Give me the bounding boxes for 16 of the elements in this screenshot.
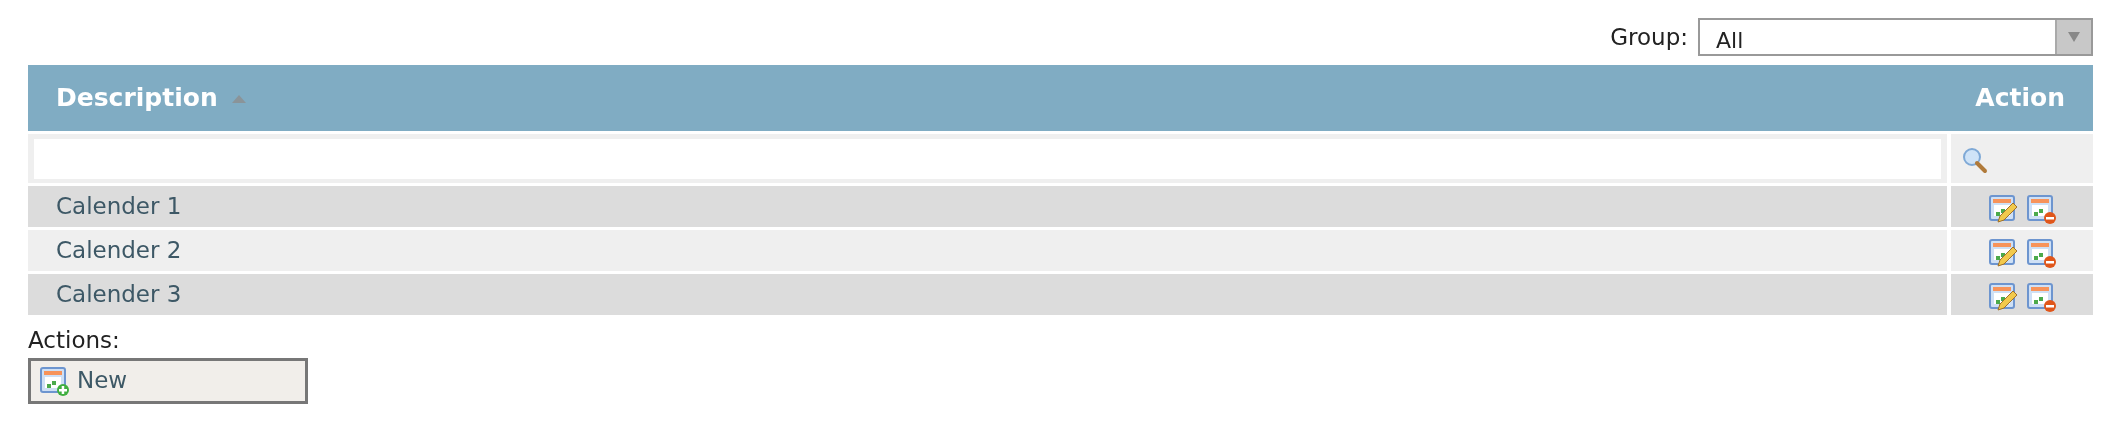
delete-calendar-icon[interactable] (2026, 281, 2057, 312)
caret-icon (2068, 32, 2080, 42)
add-calendar-icon (39, 365, 69, 396)
group-label: Group: (1610, 22, 1688, 52)
edit-calendar-icon[interactable] (1988, 237, 2019, 268)
table-cell: Calender 2 (56, 237, 182, 264)
edit-calendar-icon[interactable] (1988, 193, 2019, 224)
search-icon[interactable] (1961, 145, 1990, 174)
table-cell: Calender 1 (56, 193, 182, 220)
actions-label: Actions: (28, 326, 121, 355)
delete-calendar-icon[interactable] (2026, 193, 2057, 224)
delete-calendar-icon[interactable] (2026, 237, 2057, 268)
edit-calendar-icon[interactable] (1988, 281, 2019, 312)
new-button[interactable]: New (28, 357, 308, 404)
table-cell: Calender 3 (56, 281, 182, 308)
group-dropdown[interactable]: All (1698, 18, 2093, 56)
